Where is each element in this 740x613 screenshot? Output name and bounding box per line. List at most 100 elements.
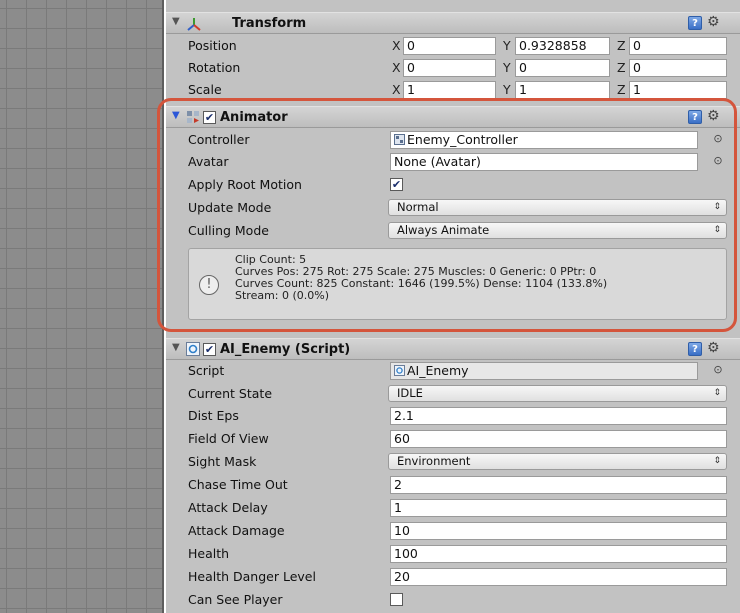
scale-row: Scale X 1 Y 1 Z 1 xyxy=(166,79,740,101)
culling-mode-dropdown[interactable]: Always Animate ⇕ xyxy=(388,222,727,239)
current-state-row: Current State IDLE ⇕ xyxy=(166,383,740,405)
apply-root-motion-label: Apply Root Motion xyxy=(188,177,302,192)
avatar-field[interactable]: None (Avatar) xyxy=(390,153,698,171)
chase-time-out-row: Chase Time Out 2 xyxy=(166,474,740,496)
field-of-view-row: Field Of View 60 xyxy=(166,428,740,450)
attack-damage-field[interactable]: 10 xyxy=(390,522,727,540)
avatar-row: Avatar None (Avatar) ⊙ xyxy=(166,151,740,173)
scale-z-field[interactable]: 1 xyxy=(629,81,727,99)
dist-eps-row: Dist Eps 2.1 xyxy=(166,405,740,427)
script-field[interactable]: AI_Enemy xyxy=(390,362,698,380)
axis-y-label: Y xyxy=(503,38,511,53)
gear-icon[interactable]: ⚙ xyxy=(707,340,720,356)
apply-root-motion-checkbox[interactable]: ✔ xyxy=(390,178,403,191)
update-mode-label: Update Mode xyxy=(188,200,272,215)
attack-damage-label: Attack Damage xyxy=(188,523,285,538)
help-icon[interactable]: ? xyxy=(688,342,702,356)
info-icon: ! xyxy=(199,275,219,295)
axis-y-label: Y xyxy=(503,60,511,75)
culling-mode-row: Culling Mode Always Animate ⇕ xyxy=(166,220,740,242)
object-picker-icon[interactable]: ⊙ xyxy=(712,364,724,376)
animator-title: Animator xyxy=(220,110,288,125)
gear-icon[interactable]: ⚙ xyxy=(707,108,720,124)
sight-mask-row: Sight Mask Environment ⇕ xyxy=(166,451,740,473)
position-x-field[interactable]: 0 xyxy=(403,37,496,55)
sight-mask-dropdown[interactable]: Environment ⇕ xyxy=(388,453,727,470)
can-see-player-label: Can See Player xyxy=(188,592,283,607)
field-of-view-label: Field Of View xyxy=(188,431,269,446)
health-field[interactable]: 100 xyxy=(390,545,727,563)
avatar-label: Avatar xyxy=(188,154,229,169)
help-icon[interactable]: ? xyxy=(688,110,702,124)
controller-label: Controller xyxy=(188,132,250,147)
health-danger-level-label: Health Danger Level xyxy=(188,569,316,584)
current-state-label: Current State xyxy=(188,386,273,401)
current-state-dropdown[interactable]: IDLE ⇕ xyxy=(388,385,727,402)
script-asset-icon xyxy=(394,365,405,376)
stream-text: Stream: 0 (0.0%) xyxy=(235,289,330,302)
script-icon xyxy=(186,342,200,356)
dist-eps-field[interactable]: 2.1 xyxy=(390,407,727,425)
axis-z-label: Z xyxy=(617,60,626,75)
help-icon[interactable]: ? xyxy=(688,16,702,30)
sight-mask-value: Environment xyxy=(397,454,471,468)
ai-enemy-header[interactable]: ▼ ✔ AI_Enemy (Script) ? ⚙ xyxy=(166,338,740,360)
update-mode-row: Update Mode Normal ⇕ xyxy=(166,197,740,219)
axis-z-label: Z xyxy=(617,82,626,97)
object-picker-icon[interactable]: ⊙ xyxy=(712,155,724,167)
foldout-arrow-icon[interactable]: ▼ xyxy=(172,342,180,353)
axis-x-label: X xyxy=(392,60,401,75)
inspector-panel: ▼ Transform ? ⚙ Position X 0 Y 0.9328858… xyxy=(166,0,740,613)
health-row: Health 100 xyxy=(166,543,740,565)
scale-y-field[interactable]: 1 xyxy=(515,81,610,99)
current-state-value: IDLE xyxy=(397,386,423,400)
ai-enemy-enabled-checkbox[interactable]: ✔ xyxy=(203,343,216,356)
object-picker-icon[interactable]: ⊙ xyxy=(712,133,724,145)
apply-root-motion-row: Apply Root Motion ✔ xyxy=(166,174,740,196)
scale-label: Scale xyxy=(188,82,222,97)
gear-icon[interactable]: ⚙ xyxy=(707,14,720,30)
animator-enabled-checkbox[interactable]: ✔ xyxy=(203,111,216,124)
foldout-arrow-icon[interactable]: ▼ xyxy=(172,110,180,121)
controller-value: Enemy_Controller xyxy=(407,132,518,147)
transform-axes-icon xyxy=(186,16,201,31)
axis-x-label: X xyxy=(392,82,401,97)
sight-mask-label: Sight Mask xyxy=(188,454,257,469)
can-see-player-row: Can See Player xyxy=(166,589,740,611)
axis-z-label: Z xyxy=(617,38,626,53)
dropdown-arrow-icon: ⇕ xyxy=(713,202,721,212)
dropdown-arrow-icon: ⇕ xyxy=(713,388,721,398)
culling-mode-value: Always Animate xyxy=(397,223,490,237)
foldout-arrow-icon[interactable]: ▼ xyxy=(172,16,180,27)
animator-component-icon xyxy=(186,110,200,124)
dist-eps-label: Dist Eps xyxy=(188,408,239,423)
rotation-y-field[interactable]: 0 xyxy=(515,59,610,77)
transform-title: Transform xyxy=(232,16,307,31)
axis-y-label: Y xyxy=(503,82,511,97)
animator-info-box: ! Clip Count: 5 Curves Pos: 275 Rot: 275… xyxy=(188,248,727,320)
attack-delay-label: Attack Delay xyxy=(188,500,268,515)
dropdown-arrow-icon: ⇕ xyxy=(713,456,721,466)
health-label: Health xyxy=(188,546,230,561)
health-danger-level-field[interactable]: 20 xyxy=(390,568,727,586)
animator-header[interactable]: ▼ ✔ Animator ? ⚙ xyxy=(166,106,740,128)
position-y-field[interactable]: 0.9328858 xyxy=(515,37,610,55)
controller-row: Controller Enemy_Controller ⊙ xyxy=(166,129,740,151)
ai-enemy-title: AI_Enemy (Script) xyxy=(220,342,351,357)
scene-grid-view[interactable] xyxy=(0,0,164,613)
position-z-field[interactable]: 0 xyxy=(629,37,727,55)
scale-x-field[interactable]: 1 xyxy=(403,81,496,99)
update-mode-dropdown[interactable]: Normal ⇕ xyxy=(388,199,727,216)
can-see-player-checkbox[interactable] xyxy=(390,593,403,606)
controller-field[interactable]: Enemy_Controller xyxy=(390,131,698,149)
chase-time-out-field[interactable]: 2 xyxy=(390,476,727,494)
transform-header[interactable]: ▼ Transform ? ⚙ xyxy=(166,12,740,34)
animator-controller-icon xyxy=(394,134,405,145)
rotation-label: Rotation xyxy=(188,60,241,75)
script-label: Script xyxy=(188,363,225,378)
rotation-x-field[interactable]: 0 xyxy=(403,59,496,77)
chase-time-out-label: Chase Time Out xyxy=(188,477,288,492)
rotation-z-field[interactable]: 0 xyxy=(629,59,727,77)
field-of-view-field[interactable]: 60 xyxy=(390,430,727,448)
attack-delay-field[interactable]: 1 xyxy=(390,499,727,517)
